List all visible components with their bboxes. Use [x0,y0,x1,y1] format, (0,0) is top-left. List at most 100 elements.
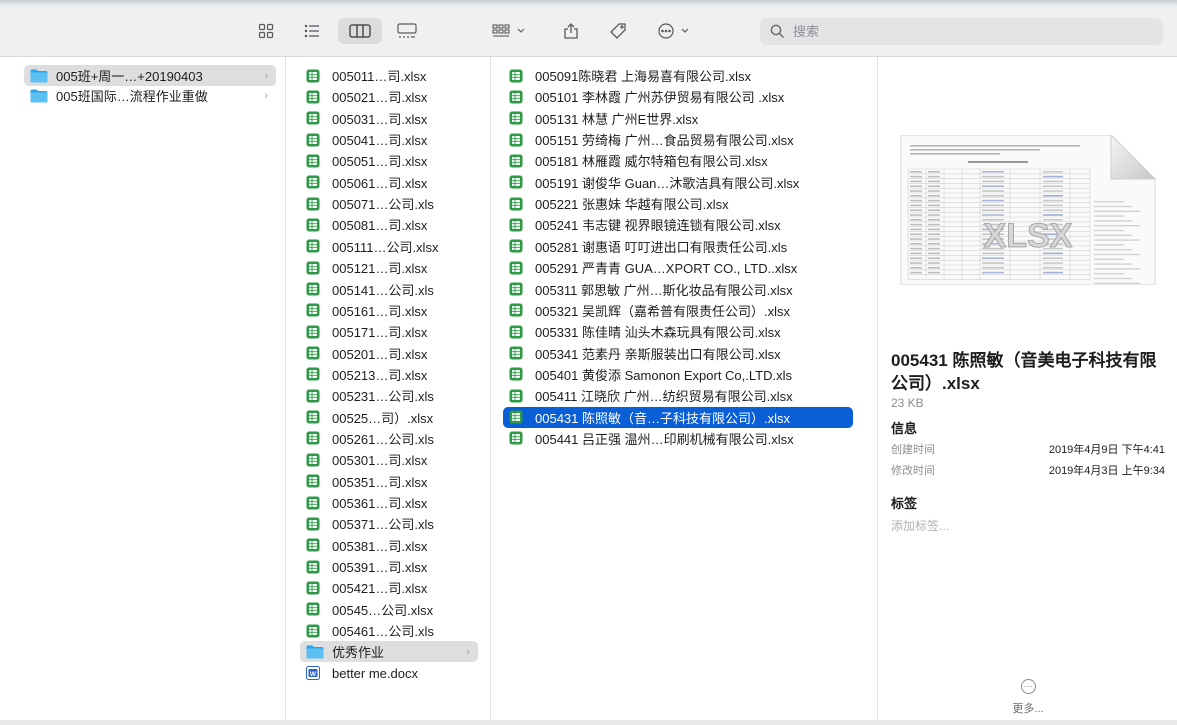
file-item[interactable]: 005241 韦志键 视界眼镜连锁有限公司.xlsx [503,214,853,235]
item-label: 005021…司.xlsx [332,90,428,106]
item-label: 005213…司.xlsx [332,367,428,383]
file-item[interactable]: 005171…司.xlsx [300,321,478,342]
file-item[interactable]: 005411 江晓欣 广州…纺织贸易有限公司.xlsx [503,385,853,406]
modified-label: 修改时间 [891,465,935,477]
more-button[interactable]: ··· 更多... [1003,679,1053,716]
column-3[interactable]: 005091陈晓君 上海易喜有限公司.xlsx 005101 李林霞 广州苏伊贸易… [491,57,878,725]
created-label: 创建时间 [891,444,935,456]
file-item[interactable]: 005131 林慧 广州E世界.xlsx [503,108,853,129]
file-item[interactable]: 005341 范素丹 亲斯服装出口有限公司.xlsx [503,343,853,364]
file-item[interactable]: 005331 陈佳晴 汕头木森玩具有限公司.xlsx [503,321,853,342]
file-item[interactable]: 005371…公司.xls [300,513,478,534]
file-item[interactable]: 005441 吕正强 温州…印刷机械有限公司.xlsx [503,428,853,449]
item-label: 005081…司.xlsx [332,218,428,234]
tags-heading: 标签 [891,496,918,511]
group-icon[interactable] [488,18,530,44]
file-item[interactable]: 005141…公司.xls [300,279,478,300]
file-item[interactable]: 005181 林雁霞 威尔特箱包有限公司.xlsx [503,150,853,171]
folder-item[interactable]: 005班+周一…+20190403 › [24,65,276,86]
item-label: 005111…公司.xlsx [332,239,439,255]
file-item[interactable]: 005261…公司.xls [300,428,478,449]
file-item[interactable]: 005081…司.xlsx [300,214,478,235]
column-view-icon[interactable] [338,18,382,44]
spreadsheet-icon [306,175,324,189]
file-item[interactable]: 005221 张惠妹 华越有限公司.xlsx [503,193,853,214]
file-item[interactable]: 005071…公司.xls [300,193,478,214]
spreadsheet-icon [306,367,324,381]
file-item[interactable]: 005231…公司.xls [300,385,478,406]
file-item[interactable]: 005213…司.xlsx [300,364,478,385]
list-view-icon[interactable] [300,18,324,44]
tag-icon[interactable] [606,18,630,44]
file-item[interactable]: 005421…司.xlsx [300,577,478,598]
file-item[interactable]: 005391…司.xlsx [300,556,478,577]
file-item[interactable]: 005011…司.xlsx [300,65,478,86]
file-item[interactable]: 005381…司.xlsx [300,535,478,556]
item-label: 005381…司.xlsx [332,538,428,554]
column-1[interactable]: 005班+周一…+20190403 › 005班国际…流程作业重做 › [18,57,286,725]
file-item[interactable]: 005461…公司.xls [300,620,478,641]
item-label: better me.docx [332,665,418,681]
file-item[interactable]: 005201…司.xlsx [300,343,478,364]
spreadsheet-icon [509,133,527,147]
file-item[interactable]: 005431 陈照敏（音…子科技有限公司）.xlsx [503,406,853,428]
file-item[interactable]: 005041…司.xlsx [300,129,478,150]
file-item[interactable]: 005401 黄俊添 Samonon Export Co,.LTD.xls [503,364,853,385]
item-label: 005301…司.xlsx [332,453,428,469]
file-item[interactable]: 005161…司.xlsx [300,300,478,321]
file-item[interactable]: 005031…司.xlsx [300,108,478,129]
item-label: 005441 吕正强 温州…印刷机械有限公司.xlsx [535,431,794,447]
file-item[interactable]: 005051…司.xlsx [300,150,478,171]
file-item[interactable]: 005291 严青青 GUA…XPORT CO., LTD..xlsx [503,257,853,278]
svg-text:W: W [310,671,317,678]
more-actions-icon[interactable] [654,18,700,44]
spreadsheet-icon [306,346,324,360]
add-tags-field[interactable]: 添加标签... [891,517,949,534]
folder-item[interactable]: 优秀作业 › [300,641,478,663]
item-label: 优秀作业 [332,645,385,661]
item-label: 005341 范素丹 亲斯服装出口有限公司.xlsx [535,346,781,362]
file-item[interactable]: 005321 吴凯辉（嘉希普有限责任公司）.xlsx [503,300,853,321]
file-item[interactable]: 005091陈晓君 上海易喜有限公司.xlsx [503,65,853,86]
spreadsheet-icon [306,111,324,125]
preview-pane: XLSX 005431 陈照敏（音美电子科技有限公司）.xlsx 23 KB 信… [878,57,1177,725]
gallery-view-icon[interactable] [394,18,420,44]
file-item[interactable]: 005361…司.xlsx [300,492,478,513]
spreadsheet-icon [509,90,527,104]
file-item[interactable]: 005121…司.xlsx [300,257,478,278]
item-label: 005171…司.xlsx [332,325,428,341]
search-field[interactable] [760,18,1163,45]
xlsx-thumbnail[interactable]: XLSX [898,135,1158,285]
file-item[interactable]: 005101 李林霞 广州苏伊贸易有限公司 .xlsx [503,86,853,107]
column-2[interactable]: 005011…司.xlsx 005021…司.xlsx 005031…司.xlsx 0… [286,57,491,725]
spreadsheet-icon [306,282,324,296]
file-item[interactable]: 005151 劳绮梅 广州…食品贸易有限公司.xlsx [503,129,853,150]
file-item[interactable]: 005311 郭思敏 广州…斯化妆品有限公司.xlsx [503,279,853,300]
item-label: 005191 谢俊华 Guan…沐歌洁具有限公司.xlsx [535,175,800,191]
file-item[interactable]: 00545…公司.xlsx [300,599,478,620]
file-item[interactable]: 005351…司.xlsx [300,471,478,492]
file-item[interactable]: Wbetter me.docx [300,663,478,684]
file-item[interactable]: 005111…公司.xlsx [300,236,478,257]
spreadsheet-icon [509,111,527,125]
file-item[interactable]: 005191 谢俊华 Guan…沐歌洁具有限公司.xlsx [503,172,853,193]
item-label: 005041…司.xlsx [332,133,428,149]
file-item[interactable]: 005281 谢惠语 叮叮进出口有限责任公司.xls [503,236,853,257]
chevron-right-icon: › [466,645,470,658]
icon-view-icon[interactable] [255,18,277,44]
file-item[interactable]: 005301…司.xlsx [300,449,478,470]
spreadsheet-icon [509,367,527,381]
item-label: 005131 林慧 广州E世界.xlsx [535,111,699,127]
file-item[interactable]: 005021…司.xlsx [300,86,478,107]
spreadsheet-icon [306,474,324,488]
spreadsheet-icon [306,538,324,552]
item-label: 005141…公司.xls [332,282,434,298]
folder-item[interactable]: 005班国际…流程作业重做 › [24,85,276,106]
file-item[interactable]: 005061…司.xlsx [300,172,478,193]
spreadsheet-icon [306,496,324,510]
file-item[interactable]: 00525…司）.xlsx [300,407,478,428]
item-label: 005291 严青青 GUA…XPORT CO., LTD..xlsx [535,261,798,277]
search-input[interactable] [791,23,1135,40]
share-icon[interactable] [560,18,582,44]
item-label: 005311 郭思敏 广州…斯化妆品有限公司.xlsx [535,282,793,298]
